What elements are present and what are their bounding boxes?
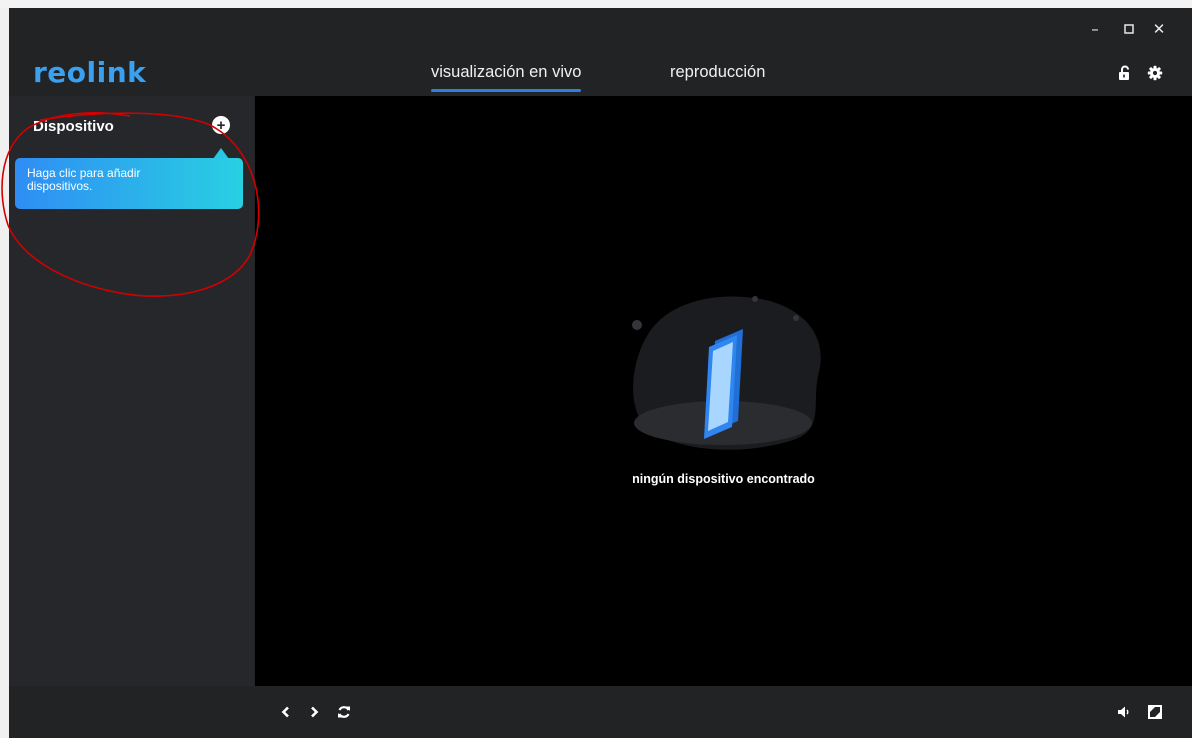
window-edge — [0, 8, 9, 738]
device-sidebar: Dispositivo + Haga clic para añadir disp… — [9, 96, 254, 686]
close-button[interactable]: ✕ — [1147, 18, 1171, 40]
fullscreen-icon[interactable] — [1148, 705, 1162, 719]
minimize-button[interactable]: – — [1083, 18, 1107, 40]
live-view-area: ningún dispositivo encontrado — [255, 96, 1192, 686]
tab-live-view[interactable]: visualización en vivo — [431, 63, 582, 92]
reolink-logo: reolink — [33, 56, 147, 89]
plus-circle-icon: + — [216, 116, 226, 134]
tab-playback[interactable]: reproducción — [670, 63, 765, 82]
chevron-left-icon[interactable] — [279, 705, 293, 719]
refresh-icon[interactable] — [337, 705, 351, 719]
close-icon: ✕ — [1152, 20, 1166, 38]
gear-icon[interactable] — [1147, 65, 1163, 81]
bottom-toolbar — [9, 686, 1192, 738]
reolink-app-window: – ✕ reolink visualización en vivo reprod… — [9, 8, 1192, 738]
no-device-illustration — [632, 296, 821, 450]
maximize-icon — [1124, 24, 1134, 34]
add-device-button[interactable]: + — [212, 116, 230, 134]
tooltip-text: Haga clic para añadir dispositivos. — [27, 166, 141, 193]
chevron-right-icon[interactable] — [307, 705, 321, 719]
sidebar-title: Dispositivo — [33, 118, 114, 135]
maximize-button[interactable] — [1117, 18, 1141, 40]
add-device-tooltip: Haga clic para añadir dispositivos. — [15, 158, 243, 209]
minimize-icon: – — [1091, 20, 1099, 38]
empty-state-message: ningún dispositivo encontrado — [632, 472, 815, 486]
volume-icon[interactable] — [1117, 705, 1131, 719]
title-strip — [0, 0, 1192, 8]
unlock-icon[interactable] — [1117, 65, 1133, 81]
